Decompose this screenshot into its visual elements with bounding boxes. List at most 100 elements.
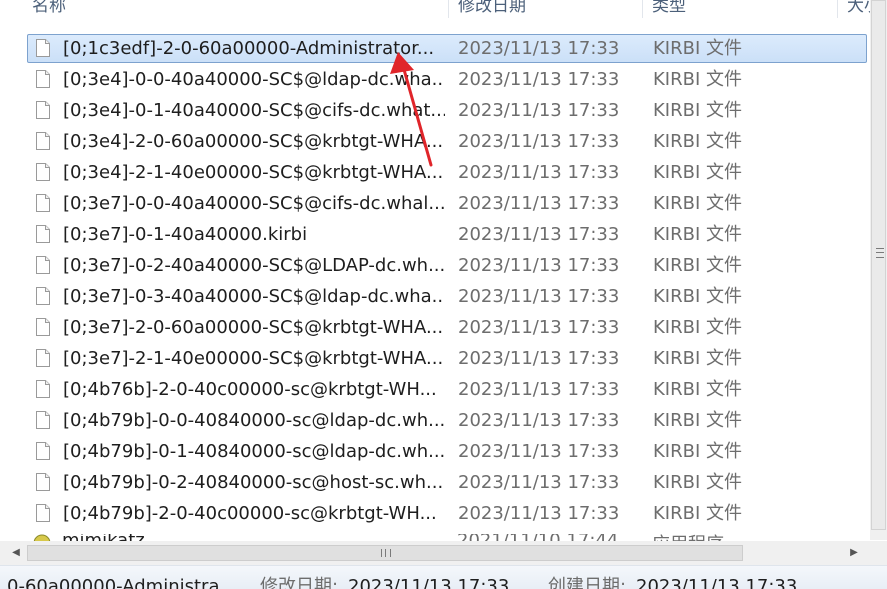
file-row[interactable]: [0;4b79b]-0-2-40840000-sc@host-sc.wh... 2…: [27, 468, 867, 497]
file-name: [0;3e7]-2-1-40e00000-SC$@krbtgt-WHA...: [63, 348, 444, 369]
file-modified: 2023/11/13 17:33: [458, 224, 620, 245]
horizontal-scrollbar[interactable]: ◀ ▶: [0, 541, 870, 565]
file-type: KIRBI 文件: [653, 503, 742, 524]
file-type: KIRBI 文件: [653, 162, 742, 183]
file-modified: 2023/11/13 17:33: [458, 100, 620, 121]
file-type: KIRBI 文件: [653, 193, 742, 214]
grip-icon: [381, 549, 391, 557]
file-type: KIRBI 文件: [653, 410, 742, 431]
file-type: KIRBI 文件: [653, 38, 742, 59]
file-icon: [36, 39, 50, 57]
file-row[interactable]: [0;4b79b]-0-1-40840000-sc@ldap-dc.wh... 2…: [27, 437, 867, 466]
file-name: [0;3e7]-0-1-40a40000.kirbi: [63, 224, 308, 245]
column-divider[interactable]: [642, 0, 643, 18]
file-type: KIRBI 文件: [653, 379, 742, 400]
file-name: [0;3e7]-0-3-40a40000-SC$@ldap-dc.wha...: [63, 286, 445, 307]
file-modified: 2023/11/13 17:33: [458, 38, 620, 59]
chevron-left-icon[interactable]: ◀: [4, 541, 28, 565]
file-name: [0;3e4]-0-1-40a40000-SC$@cifs-dc.what...: [63, 100, 445, 121]
file-row[interactable]: [0;4b79b]-2-0-40c00000-sc@krbtgt-WH... 20…: [27, 499, 867, 528]
file-name: [0;4b79b]-0-2-40840000-sc@host-sc.wh...: [63, 472, 444, 493]
details-modified-label: 修改日期:: [260, 576, 339, 589]
file-name: [0;4b79b]-0-1-40840000-sc@ldap-dc.wh...: [63, 441, 445, 462]
column-header-type[interactable]: 类型: [652, 0, 832, 18]
file-row[interactable]: [0;1c3edf]-2-0-60a00000-Administrator...…: [27, 34, 867, 63]
file-icon: [36, 163, 50, 181]
column-header-modified[interactable]: 修改日期: [458, 0, 638, 18]
details-pane: 0-60a00000-Administra... 修改日期: 2023/11/1…: [0, 565, 887, 589]
file-icon: [36, 442, 50, 460]
file-icon: [36, 380, 50, 398]
file-row[interactable]: [0;3e7]-0-2-40a40000-SC$@LDAP-dc.wh... 20…: [27, 251, 867, 280]
column-divider[interactable]: [837, 0, 838, 18]
file-icon: [36, 70, 50, 88]
file-type: KIRBI 文件: [653, 472, 742, 493]
file-name: [0;3e7]-0-0-40a40000-SC$@cifs-dc.whal...: [63, 193, 445, 214]
file-name: [0;4b79b]-2-0-40c00000-sc@krbtgt-WH...: [63, 503, 437, 524]
file-row[interactable]: [0;3e4]-0-0-40a40000-SC$@ldap-dc.wha... 2…: [27, 65, 867, 94]
details-created-value: 2023/11/13 17:33: [636, 576, 798, 589]
file-type: KIRBI 文件: [653, 224, 742, 245]
file-modified: 2023/11/13 17:33: [458, 286, 620, 307]
file-icon: [36, 287, 50, 305]
file-row[interactable]: [0;4b79b]-0-0-40840000-sc@ldap-dc.wh... 2…: [27, 406, 867, 435]
horizontal-scrollbar-thumb[interactable]: [27, 545, 743, 561]
file-row[interactable]: [0;3e7]-2-1-40e00000-SC$@krbtgt-WHA... 20…: [27, 344, 867, 373]
file-icon: [36, 318, 50, 336]
file-name: [0;3e7]-0-2-40a40000-SC$@LDAP-dc.wh...: [63, 255, 445, 276]
column-header-name[interactable]: 名称: [32, 0, 442, 18]
file-name: [0;1c3edf]-2-0-60a00000-Administrator...: [63, 38, 435, 59]
file-modified: 2023/11/13 17:33: [458, 348, 620, 369]
file-row[interactable]: [0;3e4]-2-1-40e00000-SC$@krbtgt-WHA... 20…: [27, 158, 867, 187]
file-type: KIRBI 文件: [653, 255, 742, 276]
column-header-bar: 名称 修改日期 类型 大小: [0, 0, 877, 20]
file-name: [0;4b79b]-0-0-40840000-sc@ldap-dc.wh...: [63, 410, 445, 431]
file-row[interactable]: [0;3e7]-2-0-60a00000-SC$@krbtgt-WHA... 20…: [27, 313, 867, 342]
chevron-right-icon[interactable]: ▶: [842, 541, 866, 565]
vertical-scrollbar-thumb[interactable]: [871, 0, 886, 530]
file-row[interactable]: [0;3e4]-0-1-40a40000-SC$@cifs-dc.what...…: [27, 96, 867, 125]
file-row[interactable]: [0;3e4]-2-0-60a00000-SC$@krbtgt-WHA... 20…: [27, 127, 867, 156]
file-icon: [36, 473, 50, 491]
file-row[interactable]: [0;3e7]-0-3-40a40000-SC$@ldap-dc.wha... 2…: [27, 282, 867, 311]
grip-icon: [876, 248, 884, 258]
file-row[interactable]: [0;4b76b]-2-0-40c00000-sc@krbtgt-WH... 20…: [27, 375, 867, 404]
file-type: KIRBI 文件: [653, 131, 742, 152]
file-icon: [36, 132, 50, 150]
file-type: KIRBI 文件: [653, 286, 742, 307]
file-type: KIRBI 文件: [653, 348, 742, 369]
file-modified: 2023/11/13 17:33: [458, 379, 620, 400]
file-name: [0;3e4]-2-1-40e00000-SC$@krbtgt-WHA...: [63, 162, 444, 183]
file-type: KIRBI 文件: [653, 441, 742, 462]
file-modified: 2023/11/13 17:33: [458, 193, 620, 214]
file-row[interactable]: [0;3e7]-0-0-40a40000-SC$@cifs-dc.whal...…: [27, 189, 867, 218]
file-type: KIRBI 文件: [653, 317, 742, 338]
details-modified-value: 2023/11/13 17:33: [348, 576, 510, 589]
file-name: [0;4b76b]-2-0-40c00000-sc@krbtgt-WH...: [63, 379, 437, 400]
details-file-name: 0-60a00000-Administra...: [7, 576, 237, 589]
file-icon: [36, 101, 50, 119]
file-name: [0;3e4]-0-0-40a40000-SC$@ldap-dc.wha...: [63, 69, 445, 90]
file-name: [0;3e7]-2-0-60a00000-SC$@krbtgt-WHA...: [63, 317, 444, 338]
file-type: KIRBI 文件: [653, 100, 742, 121]
file-modified: 2023/11/13 17:33: [458, 472, 620, 493]
file-row[interactable]: [0;3e7]-0-1-40a40000.kirbi 2023/11/13 17:…: [27, 220, 867, 249]
file-list: [0;1c3edf]-2-0-60a00000-Administrator...…: [0, 34, 870, 540]
file-icon: [36, 256, 50, 274]
file-modified: 2023/11/13 17:33: [458, 441, 620, 462]
file-modified: 2023/11/13 17:33: [458, 255, 620, 276]
file-type: KIRBI 文件: [653, 69, 742, 90]
file-name: [0;3e4]-2-0-60a00000-SC$@krbtgt-WHA...: [63, 131, 444, 152]
file-icon: [36, 349, 50, 367]
file-modified: 2023/11/13 17:33: [458, 131, 620, 152]
vertical-scrollbar[interactable]: [870, 0, 887, 540]
file-icon: [36, 194, 50, 212]
file-icon: [36, 411, 50, 429]
file-modified: 2023/11/13 17:33: [458, 503, 620, 524]
details-created-label: 创建日期:: [548, 576, 627, 589]
column-divider[interactable]: [448, 0, 449, 18]
file-icon: [36, 225, 50, 243]
scrollbar-corner: [870, 541, 887, 565]
file-modified: 2023/11/13 17:33: [458, 69, 620, 90]
file-modified: 2023/11/13 17:33: [458, 317, 620, 338]
